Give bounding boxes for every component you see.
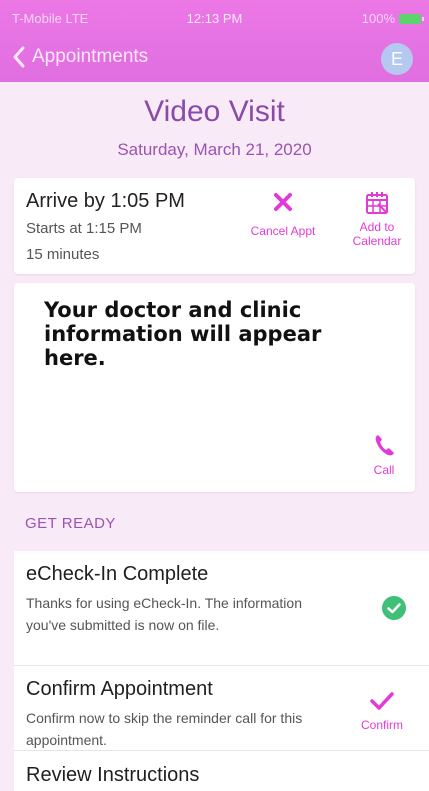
back-button-label: Appointments xyxy=(32,46,149,67)
confirm-button[interactable]: Confirm xyxy=(349,690,415,732)
close-icon xyxy=(274,193,292,211)
check-circle-icon xyxy=(382,596,406,620)
confirm-label: Confirm xyxy=(360,718,403,732)
list-item-description: Confirm now to skip the reminder call fo… xyxy=(26,710,303,748)
call-button[interactable]: Call xyxy=(359,433,409,477)
page-title: Video Visit xyxy=(144,95,285,128)
cancel-appointment-label: Cancel Appt xyxy=(250,224,316,238)
add-to-calendar-label: Add to Calendar xyxy=(344,220,410,248)
duration: 15 minutes xyxy=(26,246,100,263)
calendar-icon xyxy=(366,192,388,214)
section-heading: GET READY xyxy=(25,515,116,532)
battery-icon xyxy=(399,13,424,24)
call-label: Call xyxy=(373,463,395,477)
cancel-appointment-button[interactable]: Cancel Appt xyxy=(242,191,324,238)
battery-status: 100% xyxy=(361,11,424,26)
battery-percent: 100% xyxy=(361,11,395,26)
doctor-info-card: Your doctor and clinic information will … xyxy=(14,283,415,492)
get-ready-list: eCheck-In Complete Thanks for using eChe… xyxy=(14,551,429,791)
add-to-calendar-label-line1: Add to xyxy=(359,220,395,234)
list-item-title: eCheck-In Complete xyxy=(26,563,209,585)
list-item-title: Confirm Appointment xyxy=(26,678,213,700)
doctor-info-placeholder: Your doctor and clinic information will … xyxy=(44,298,322,370)
list-item: Confirm Appointment Confirm now to skip … xyxy=(14,666,429,751)
list-item-description: Thanks for using eCheck-In. The informat… xyxy=(26,595,302,633)
visit-date: Saturday, March 21, 2020 xyxy=(117,140,312,159)
add-to-calendar-label-line2: Calendar xyxy=(352,234,402,248)
list-item-title-partial: Review Instructions xyxy=(26,764,200,786)
start-time: Starts at 1:15 PM xyxy=(26,220,142,237)
appointment-card: Arrive by 1:05 PM Starts at 1:15 PM 15 m… xyxy=(14,178,415,274)
top-bar: T-Mobile LTE 12:13 PM 100% Appointments … xyxy=(0,0,429,82)
chevron-left-icon xyxy=(13,46,25,68)
check-icon xyxy=(370,692,394,710)
arrive-time: Arrive by 1:05 PM xyxy=(26,190,185,212)
navigation-bar: Appointments E xyxy=(0,40,429,80)
list-item: eCheck-In Complete Thanks for using eChe… xyxy=(14,551,429,666)
avatar[interactable]: E xyxy=(381,43,413,75)
add-to-calendar-button[interactable]: Add to Calendar xyxy=(344,190,410,248)
phone-icon xyxy=(375,435,394,456)
status-bar: T-Mobile LTE 12:13 PM 100% xyxy=(0,8,429,28)
back-button[interactable]: Appointments xyxy=(12,46,148,68)
